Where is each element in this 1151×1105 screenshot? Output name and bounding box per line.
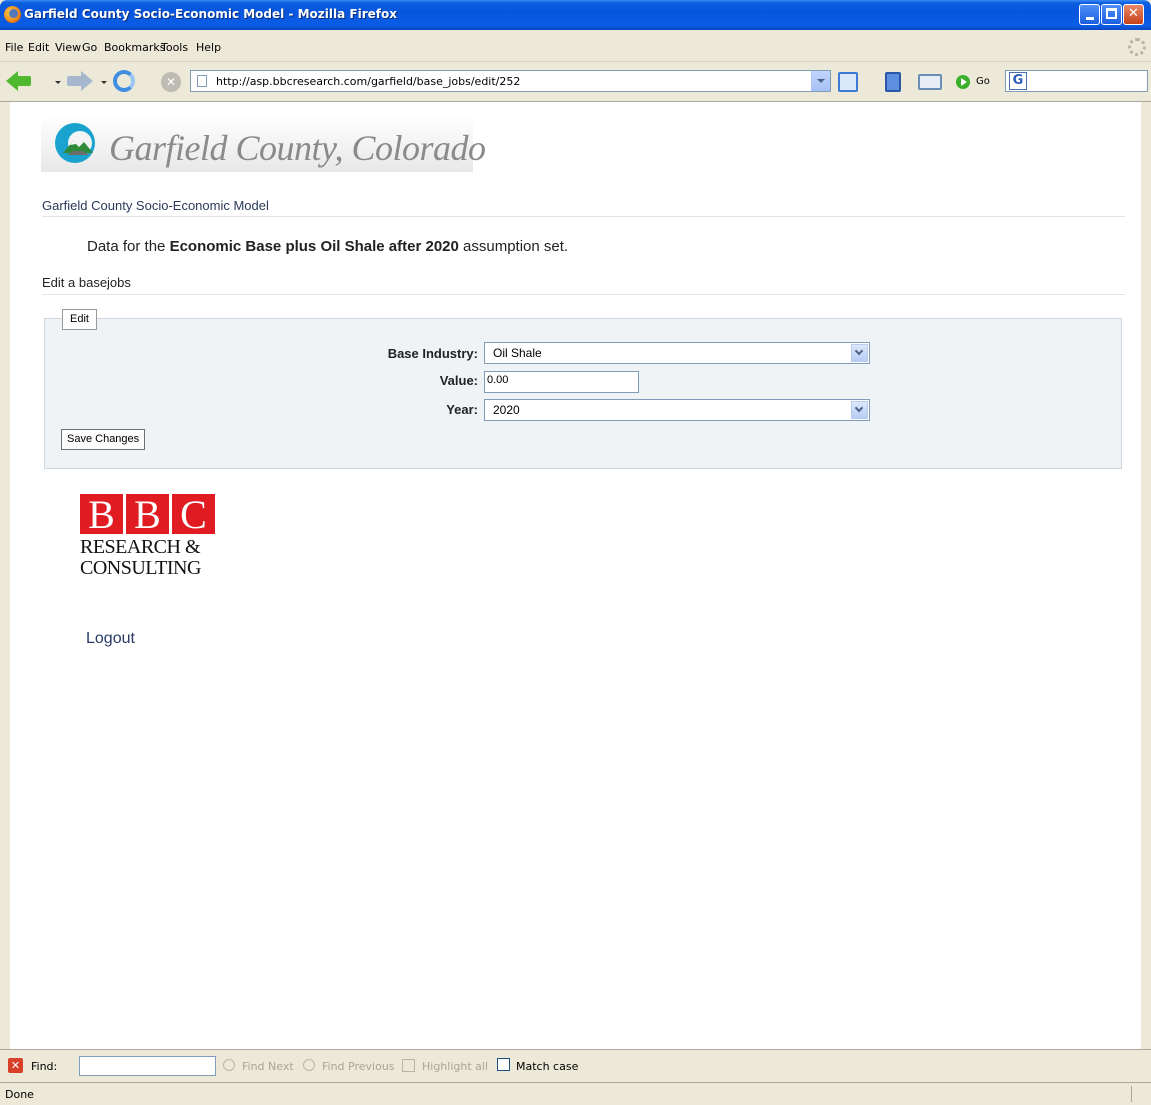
find-previous-button[interactable]: Find Previous [322, 1060, 395, 1073]
status-bar: Done [0, 1082, 1151, 1105]
find-input[interactable] [79, 1056, 216, 1076]
bbc-letter: C [172, 494, 215, 536]
url-bar[interactable]: http://asp.bbcresearch.com/garfield/base… [190, 70, 831, 92]
highlight-all-icon [402, 1059, 415, 1072]
url-text[interactable]: http://asp.bbcresearch.com/garfield/base… [216, 75, 520, 88]
firefox-icon [4, 6, 21, 23]
base-industry-label: Base Industry: [387, 346, 478, 361]
maximize-button[interactable] [1101, 4, 1122, 25]
section-title: Edit a basejobs [42, 275, 131, 290]
status-separator [1131, 1086, 1132, 1102]
menu-file[interactable]: File [5, 41, 23, 54]
bbc-letter: B [126, 494, 169, 536]
find-next-button[interactable]: Find Next [242, 1060, 294, 1073]
back-history-dropdown-icon[interactable] [55, 81, 61, 84]
chevron-down-icon[interactable] [851, 344, 868, 362]
back-arrow-shaft [17, 76, 31, 86]
divider [42, 294, 1125, 295]
find-next-icon [223, 1059, 235, 1071]
find-previous-icon [303, 1059, 315, 1071]
status-text: Done [5, 1088, 34, 1101]
page-content: Garfield County, Colorado Garfield Count… [10, 102, 1141, 1049]
dataset-name: Economic Base plus Oil Shale after 2020 [169, 238, 459, 255]
minimize-button[interactable] [1079, 4, 1100, 25]
menu-bookmarks[interactable]: Bookmarks [104, 41, 165, 54]
find-bar: ✕ Find: Find Next Find Previous Highligh… [0, 1049, 1151, 1082]
bbc-line1: RESEARCH & [80, 536, 201, 558]
go-label[interactable]: Go [976, 76, 990, 87]
google-search-icon[interactable]: G [1009, 72, 1027, 90]
bookmarks-icon[interactable] [885, 72, 901, 92]
search-box[interactable]: G [1005, 70, 1148, 92]
logo-text: Garfield County, Colorado [109, 128, 486, 168]
window-title: Garfield County Socio-Economic Model - M… [24, 7, 397, 21]
menu-tools[interactable]: Tools [161, 41, 188, 54]
window-titlebar: Garfield County Socio-Economic Model - M… [0, 0, 1151, 30]
divider [42, 216, 1125, 217]
save-changes-button[interactable]: Save Changes [61, 429, 146, 450]
close-window-button[interactable]: ✕ [1123, 4, 1144, 25]
window-frame-right [1141, 102, 1151, 1049]
new-tab-icon[interactable] [838, 72, 858, 92]
back-button[interactable] [6, 71, 32, 91]
match-case-checkbox[interactable] [497, 1058, 510, 1071]
logout-link[interactable]: Logout [86, 630, 135, 648]
dataset-description: Data for the Economic Base plus Oil Shal… [87, 238, 568, 255]
chevron-down-icon[interactable] [851, 401, 868, 419]
menu-go[interactable]: Go [82, 41, 97, 54]
garfield-mountain-logo-icon [55, 123, 95, 163]
close-find-bar-icon[interactable]: ✕ [8, 1058, 23, 1073]
base-industry-value: Oil Shale [493, 346, 542, 360]
forward-arrow-icon [81, 71, 93, 91]
forward-history-dropdown-icon[interactable] [101, 81, 107, 84]
year-label: Year: [446, 402, 478, 417]
match-case-label[interactable]: Match case [516, 1060, 578, 1073]
year-value: 2020 [493, 403, 520, 417]
value-label: Value: [439, 373, 478, 388]
menu-help[interactable]: Help [196, 41, 221, 54]
highlight-all-button[interactable]: Highlight all [422, 1060, 488, 1073]
year-select[interactable]: 2020 [484, 399, 870, 421]
menu-view[interactable]: View [55, 41, 81, 54]
bbc-letters: B B C [80, 494, 220, 536]
site-name: Garfield County Socio-Economic Model [42, 198, 269, 213]
edit-fieldset [44, 318, 1122, 469]
dataset-prefix: Data for the [87, 238, 166, 255]
menu-bar: File Edit View Go Bookmarks Tools Help [0, 30, 1151, 62]
bbc-line2: CONSULTING [80, 557, 201, 579]
find-label: Find: [31, 1060, 58, 1073]
fieldset-legend: Edit [62, 309, 97, 330]
throbber-icon [1128, 38, 1146, 56]
value-input[interactable]: 0.00 [484, 371, 639, 393]
new-window-icon[interactable] [918, 74, 942, 90]
garfield-county-logo[interactable]: Garfield County, Colorado [41, 115, 486, 172]
menu-edit[interactable]: Edit [28, 41, 49, 54]
bbc-research-logo[interactable]: B B C RESEARCH & CONSULTING [80, 494, 220, 589]
forward-arrow-shaft [67, 76, 81, 86]
window-frame-left [0, 102, 10, 1049]
page-icon [197, 75, 207, 87]
reload-button[interactable] [113, 70, 135, 92]
go-icon[interactable] [956, 75, 970, 89]
dataset-suffix: assumption set. [463, 238, 569, 255]
base-industry-select[interactable]: Oil Shale [484, 342, 870, 364]
forward-button[interactable] [67, 71, 93, 91]
bbc-letter: B [80, 494, 123, 536]
url-history-dropdown-button[interactable] [811, 71, 830, 91]
navigation-toolbar: ✕ http://asp.bbcresearch.com/garfield/ba… [0, 62, 1151, 102]
stop-button[interactable]: ✕ [161, 72, 181, 92]
